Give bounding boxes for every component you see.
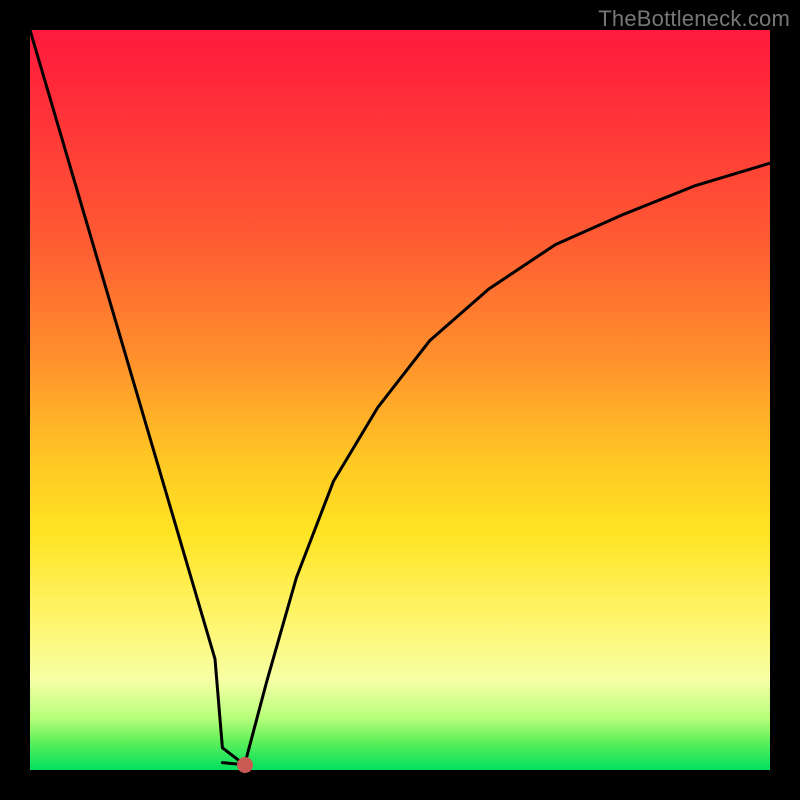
- curve-path: [30, 30, 770, 765]
- bottleneck-curve: [30, 30, 770, 770]
- watermark-text: TheBottleneck.com: [598, 6, 790, 32]
- chart-frame: TheBottleneck.com: [0, 0, 800, 800]
- plot-area: [30, 30, 770, 770]
- optimal-point-marker: [237, 757, 253, 773]
